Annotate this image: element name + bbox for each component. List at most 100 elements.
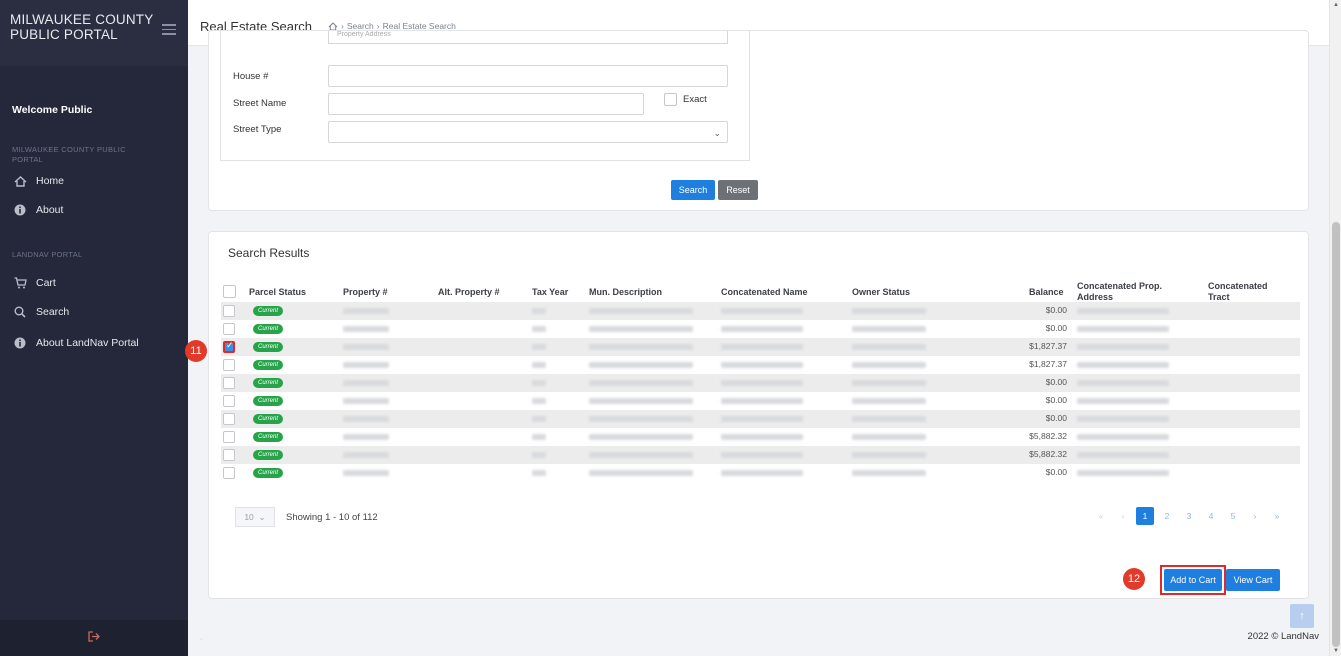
- table-row[interactable]: Current $0.00: [221, 464, 1300, 482]
- footer-dot: ·: [200, 636, 203, 643]
- page-button[interactable]: 5: [1224, 507, 1242, 525]
- table-row[interactable]: Current $0.00: [221, 392, 1300, 410]
- brand[interactable]: MILWAUKEE COUNTY PUBLIC PORTAL: [10, 12, 180, 52]
- page-button[interactable]: 2: [1158, 507, 1176, 525]
- row-checkbox[interactable]: [223, 323, 235, 335]
- results-title: Search Results: [228, 246, 310, 260]
- redacted-cell: [852, 434, 926, 440]
- status-badge: Current: [253, 306, 283, 316]
- balance-cell: $1,827.37: [1029, 359, 1067, 369]
- search-button[interactable]: Search: [671, 180, 715, 200]
- redacted-cell: [532, 434, 546, 440]
- brand-line1: MILWAUKEE COUNTY: [10, 12, 154, 27]
- view-cart-button[interactable]: View Cart: [1226, 569, 1280, 591]
- add-to-cart-button[interactable]: Add to Cart: [1164, 569, 1222, 591]
- page-scrollbar[interactable]: ▲ ▼: [1329, 0, 1341, 656]
- reset-button[interactable]: Reset: [718, 180, 758, 200]
- row-checkbox[interactable]: [223, 377, 235, 389]
- redacted-cell: [589, 308, 693, 314]
- sidebar-item-about-landnav[interactable]: About LandNav Portal: [12, 334, 139, 352]
- section-label-portal: MILWAUKEE COUNTY PUBLIC PORTAL: [12, 145, 126, 164]
- select-all-checkbox[interactable]: [223, 285, 236, 298]
- exact-checkbox[interactable]: [664, 93, 677, 106]
- redacted-cell: [343, 434, 389, 440]
- row-checkbox[interactable]: [223, 359, 235, 371]
- search-by-select[interactable]: Property Address: [328, 31, 728, 44]
- scroll-up-icon[interactable]: ▲: [1333, 2, 1339, 8]
- redacted-cell: [1077, 362, 1169, 368]
- page-button[interactable]: 1: [1136, 507, 1154, 525]
- row-checkbox[interactable]: [223, 449, 235, 461]
- scroll-down-icon[interactable]: ▼: [1333, 648, 1339, 654]
- sidebar-item-label: Cart: [36, 277, 56, 289]
- add-to-cart-highlight: Add to Cart: [1160, 565, 1226, 595]
- page-size-select[interactable]: 10 ⌄: [235, 507, 275, 527]
- sidebar-item-cart[interactable]: Cart: [12, 274, 56, 292]
- status-badge: Current: [253, 360, 283, 370]
- sidebar-item-about[interactable]: About: [12, 201, 63, 219]
- redacted-cell: [589, 344, 693, 350]
- redacted-cell: [343, 326, 389, 332]
- search-form: Property Address House # Street Name Exa…: [220, 31, 750, 161]
- status-badge: Current: [253, 342, 283, 352]
- scrollbar-thumb[interactable]: [1332, 222, 1340, 647]
- redacted-cell: [852, 452, 926, 458]
- next-page-button[interactable]: ›: [1246, 507, 1264, 525]
- redacted-cell: [852, 470, 926, 476]
- scroll-to-top-button[interactable]: ↑: [1290, 604, 1314, 628]
- table-row[interactable]: Current $5,882.32: [221, 446, 1300, 464]
- redacted-cell: [852, 308, 926, 314]
- redacted-cell: [721, 398, 803, 404]
- table-row[interactable]: Current $0.00: [221, 410, 1300, 428]
- info-icon: [12, 203, 28, 217]
- menu-toggle-icon[interactable]: [162, 24, 176, 36]
- redacted-cell: [343, 344, 389, 350]
- redacted-cell: [852, 326, 926, 332]
- prev-page-button[interactable]: ‹: [1114, 507, 1132, 525]
- status-badge: Current: [253, 324, 283, 334]
- exact-option[interactable]: Exact: [664, 93, 707, 106]
- last-page-button[interactable]: »: [1268, 507, 1286, 525]
- redacted-cell: [852, 416, 926, 422]
- redacted-cell: [589, 362, 693, 368]
- sidebar-item-home[interactable]: Home: [12, 172, 64, 190]
- table-row[interactable]: Current $1,827.37: [221, 338, 1300, 356]
- street-type-select[interactable]: ⌄: [328, 121, 728, 143]
- redacted-cell: [532, 362, 546, 368]
- logout-icon[interactable]: [88, 631, 100, 645]
- redacted-cell: [1077, 452, 1169, 458]
- redacted-cell: [589, 434, 693, 440]
- table-row[interactable]: Current $0.00: [221, 302, 1300, 320]
- redacted-cell: [721, 308, 803, 314]
- row-checkbox[interactable]: [223, 305, 235, 317]
- first-page-button[interactable]: «: [1092, 507, 1110, 525]
- redacted-cell: [532, 326, 546, 332]
- balance-cell: $0.00: [1045, 467, 1067, 477]
- table-row[interactable]: Current $1,827.37: [221, 356, 1300, 374]
- status-badge: Current: [253, 450, 283, 460]
- row-checkbox[interactable]: [223, 467, 235, 479]
- status-badge: Current: [253, 432, 283, 442]
- row-checkbox[interactable]: [223, 340, 235, 353]
- pagination: « ‹ 1 2 3 4 5 › »: [1092, 507, 1286, 525]
- sidebar-item-search[interactable]: Search: [12, 303, 69, 321]
- step-marker-11: 11: [185, 340, 207, 362]
- balance-cell: $0.00: [1045, 413, 1067, 423]
- row-checkbox[interactable]: [223, 431, 235, 443]
- table-row[interactable]: Current $5,882.32: [221, 428, 1300, 446]
- showing-count: Showing 1 - 10 of 112: [286, 512, 378, 523]
- sidebar-item-label: About LandNav Portal: [36, 337, 139, 349]
- table-row[interactable]: Current $0.00: [221, 320, 1300, 338]
- row-checkbox[interactable]: [223, 395, 235, 407]
- house-number-input[interactable]: [328, 65, 728, 87]
- table-row[interactable]: Current $0.00: [221, 374, 1300, 392]
- page-button[interactable]: 4: [1202, 507, 1220, 525]
- search-icon: [12, 305, 28, 319]
- redacted-cell: [852, 380, 926, 386]
- arrow-up-icon: ↑: [1299, 610, 1305, 622]
- row-checkbox[interactable]: [223, 413, 235, 425]
- street-name-label: Street Name: [233, 97, 287, 109]
- street-name-input[interactable]: [328, 93, 644, 115]
- redacted-cell: [589, 416, 693, 422]
- page-button[interactable]: 3: [1180, 507, 1198, 525]
